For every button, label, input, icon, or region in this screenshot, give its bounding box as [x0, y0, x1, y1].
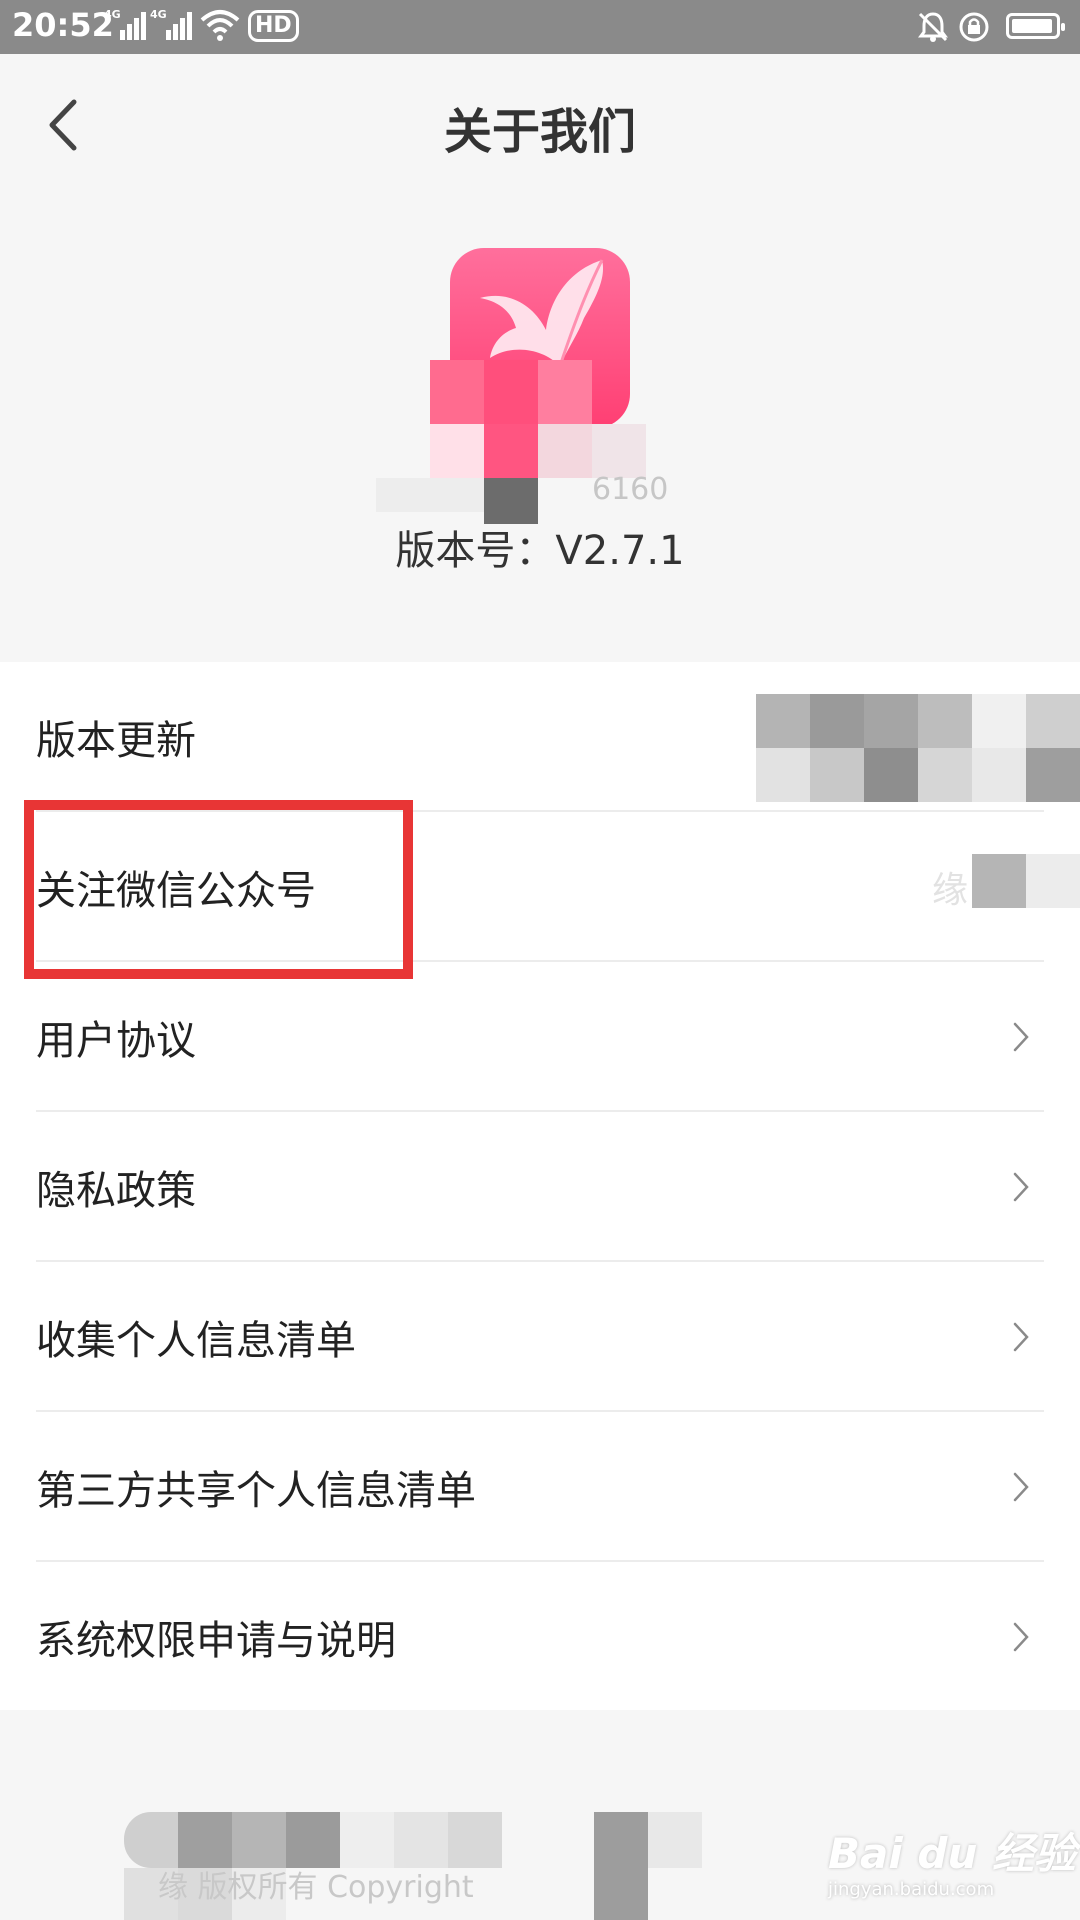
chevron-right-icon: [1013, 1322, 1029, 1352]
chevron-right-icon: [1013, 1022, 1029, 1052]
rotation-lock-icon: [959, 12, 989, 42]
mosaic-overlay: [756, 694, 1080, 802]
menu-item-label: 系统权限申请与说明: [36, 1618, 396, 1664]
mosaic-overlay: [376, 478, 484, 512]
mosaic-overlay: [232, 1812, 286, 1868]
watermark-url: jingyan.baidu.com: [828, 1879, 995, 1900]
chevron-right-icon: [1013, 1622, 1029, 1652]
menu-item-third-party-sharing-list[interactable]: 第三方共享个人信息清单: [0, 1412, 1080, 1562]
signal-icon: 4G: [150, 8, 192, 40]
mosaic-overlay: [430, 360, 484, 424]
copyright-text: 缘 版权所有 Copyright: [158, 1870, 474, 1905]
menu-item-label: 收集个人信息清单: [36, 1318, 356, 1364]
watermark: Bai du 经验 jingyan.baidu.com: [828, 1820, 1076, 1900]
page-title: 关于我们: [443, 104, 636, 160]
status-bar: 20:52 4G 4G HD: [0, 0, 1080, 54]
mosaic-overlay: [538, 360, 592, 424]
mosaic-overlay: [430, 424, 484, 478]
menu-item-system-permissions[interactable]: 系统权限申请与说明: [0, 1562, 1080, 1712]
mosaic-overlay: [648, 1812, 702, 1868]
app-id-text: 6160: [592, 472, 669, 507]
menu-item-label: 用户协议: [36, 1018, 196, 1064]
battery-icon: [1006, 13, 1065, 39]
menu-item-version-update[interactable]: 版本更新: [0, 662, 1080, 812]
chevron-right-icon: [1013, 1472, 1029, 1502]
mosaic-overlay: [178, 1812, 232, 1868]
watermark-logo: Bai du 经验: [828, 1829, 1076, 1878]
menu-item-value: 缘: [931, 870, 968, 911]
version-text: 版本号：V2.7.1: [395, 528, 685, 574]
menu-item-label: 隐私政策: [36, 1168, 196, 1214]
mosaic-overlay: [484, 424, 538, 478]
menu-item-label: 版本更新: [36, 718, 196, 764]
mosaic-overlay: [484, 360, 538, 424]
mosaic-overlay: [972, 854, 1026, 908]
mosaic-overlay: [1026, 854, 1080, 908]
mosaic-overlay: [286, 1812, 340, 1868]
hd-icon: HD: [248, 10, 299, 42]
wifi-icon: [200, 10, 240, 41]
mosaic-overlay: [394, 1812, 448, 1868]
chevron-right-icon: [1013, 1172, 1029, 1202]
highlight-box: [24, 800, 413, 979]
bell-mute-icon: [918, 12, 948, 42]
menu-item-label: 第三方共享个人信息清单: [36, 1468, 476, 1514]
mosaic-overlay: [538, 424, 592, 478]
menu-item-personal-info-list[interactable]: 收集个人信息清单: [0, 1262, 1080, 1412]
signal-icon: 4G: [104, 8, 146, 40]
menu-item-user-agreement[interactable]: 用户协议: [0, 962, 1080, 1112]
mosaic-overlay: [124, 1812, 178, 1868]
mosaic-overlay: [340, 1812, 394, 1868]
mosaic-overlay: [592, 424, 646, 478]
mosaic-overlay: [448, 1812, 502, 1868]
mosaic-overlay: [594, 1812, 648, 1920]
status-time: 20:52: [12, 6, 114, 44]
menu-item-privacy-policy[interactable]: 隐私政策: [0, 1112, 1080, 1262]
